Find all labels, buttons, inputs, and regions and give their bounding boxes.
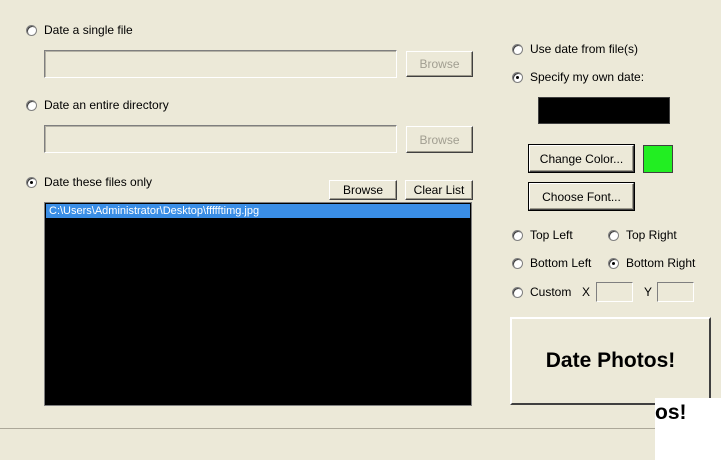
date-photos-ghost-text: os! <box>655 398 721 432</box>
x-coordinate-label: X <box>582 285 591 299</box>
radio-indicator <box>512 257 523 269</box>
own-date-radio[interactable]: Specify my own date: <box>512 70 644 84</box>
y-coordinate-label: Y <box>644 285 653 299</box>
top-right-label: Top Right <box>626 228 677 242</box>
date-single-file-label: Date a single file <box>44 23 133 37</box>
single-file-browse-button[interactable]: Browse <box>406 51 473 77</box>
x-coordinate-input[interactable] <box>596 282 633 302</box>
browse-label: Browse <box>419 132 460 147</box>
date-photos-button[interactable]: Date Photos! <box>510 317 711 405</box>
use-file-date-radio[interactable]: Use date from file(s) <box>512 42 638 56</box>
bottom-right-label: Bottom Right <box>626 256 696 270</box>
clear-list-button[interactable]: Clear List <box>405 180 473 200</box>
directory-browse-button[interactable]: Browse <box>406 126 473 153</box>
single-file-path-input[interactable] <box>44 50 397 78</box>
date-single-file-radio[interactable]: Date a single file <box>26 23 133 37</box>
file-listbox[interactable]: C:\Users\Administrator\Desktop\ffffftimg… <box>44 202 472 406</box>
top-left-radio[interactable]: Top Left <box>512 228 573 242</box>
choose-font-label: Choose Font... <box>542 189 621 204</box>
radio-indicator <box>512 229 523 241</box>
files-browse-button[interactable]: Browse <box>329 180 397 200</box>
color-swatch <box>643 145 673 173</box>
directory-path-input[interactable] <box>44 125 397 153</box>
date-photos-label: Date Photos! <box>545 349 676 372</box>
bottom-right-radio[interactable]: Bottom Right <box>608 256 695 270</box>
radio-indicator <box>26 176 37 188</box>
clear-list-label: Clear List <box>413 183 465 197</box>
custom-date-input[interactable] <box>538 97 670 124</box>
change-color-button[interactable]: Change Color... <box>528 144 635 173</box>
top-left-label: Top Left <box>530 228 573 242</box>
radio-indicator <box>512 71 523 83</box>
bottom-left-radio[interactable]: Bottom Left <box>512 256 591 270</box>
bottom-left-label: Bottom Left <box>530 256 592 270</box>
top-right-radio[interactable]: Top Right <box>608 228 677 242</box>
radio-indicator <box>512 43 523 55</box>
radio-indicator <box>26 99 37 111</box>
date-files-only-label: Date these files only <box>44 175 153 189</box>
y-coordinate-input[interactable] <box>657 282 694 302</box>
browse-label: Browse <box>342 183 383 197</box>
radio-indicator <box>608 257 619 269</box>
radio-indicator <box>608 229 619 241</box>
radio-indicator <box>26 24 37 36</box>
change-color-label: Change Color... <box>539 151 624 166</box>
date-directory-label: Date an entire directory <box>44 98 169 112</box>
file-list-item[interactable]: C:\Users\Administrator\Desktop\ffffftimg… <box>46 204 470 218</box>
status-bar <box>0 428 655 460</box>
custom-position-radio[interactable]: Custom <box>512 285 571 299</box>
own-date-label: Specify my own date: <box>530 70 645 84</box>
radio-indicator <box>512 286 523 298</box>
custom-position-label: Custom <box>530 285 572 299</box>
background-gap <box>655 432 721 460</box>
browse-label: Browse <box>419 57 460 71</box>
choose-font-button[interactable]: Choose Font... <box>528 182 635 211</box>
use-file-date-label: Use date from file(s) <box>530 42 639 56</box>
date-directory-radio[interactable]: Date an entire directory <box>26 98 169 112</box>
date-files-only-radio[interactable]: Date these files only <box>26 175 152 189</box>
